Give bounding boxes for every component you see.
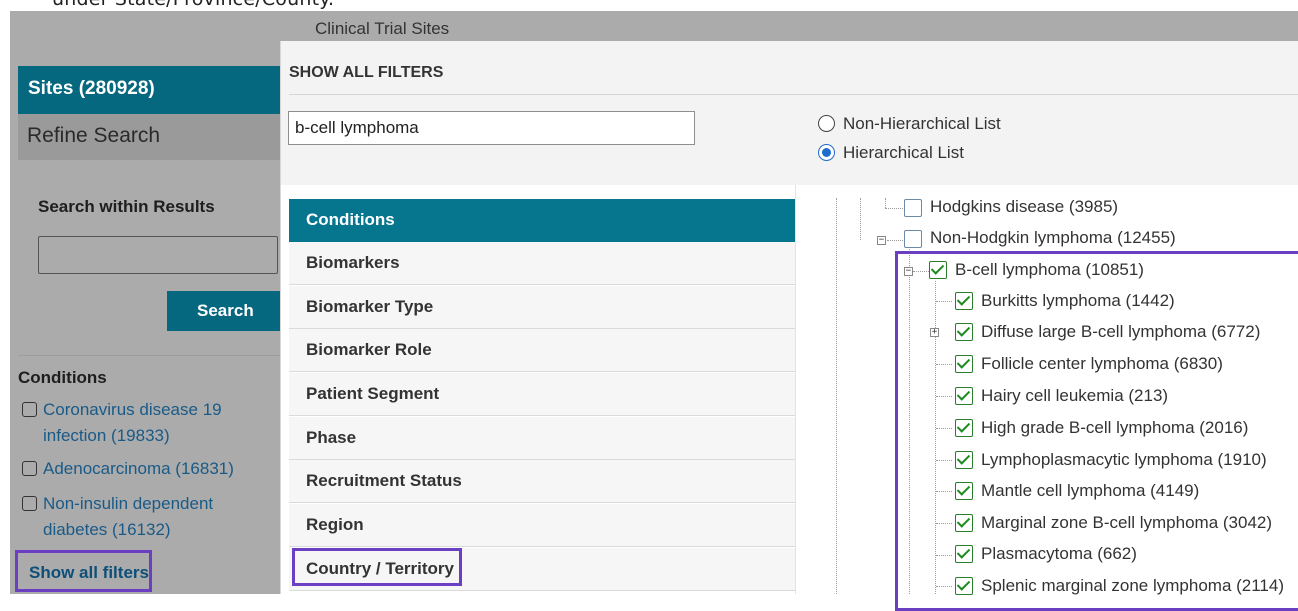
tree-guide-line	[836, 198, 837, 594]
tree-label-hodgkins[interactable]: Hodgkins disease (3985)	[930, 197, 1118, 217]
filter-search-input[interactable]	[288, 111, 695, 145]
radio-button[interactable]	[818, 115, 835, 132]
condition-label-line1[interactable]: Non-insulin dependent	[22, 491, 213, 517]
radio-non-hierarchical[interactable]: Non-Hierarchical List	[818, 114, 1001, 134]
condition-item[interactable]: Non-insulin dependent diabetes (16132)	[22, 491, 213, 543]
country-territory-highlight	[292, 548, 462, 586]
sidebar-divider	[18, 355, 280, 356]
b-cell-tree-highlight	[895, 251, 1298, 611]
radio-label[interactable]: Non-Hierarchical List	[818, 114, 1001, 133]
filter-category-region[interactable]: Region	[289, 504, 795, 547]
tree-guide-line	[885, 208, 903, 209]
show-all-filters-link[interactable]: Show all filters	[15, 550, 152, 592]
condition-label-line1[interactable]: Coronavirus disease 19	[22, 397, 222, 423]
condition-label-line2[interactable]: diabetes (16132)	[22, 517, 213, 543]
condition-label-line2[interactable]: infection (19833)	[22, 423, 222, 449]
search-button[interactable]: Search	[167, 291, 280, 331]
search-within-results-input[interactable]	[38, 236, 278, 274]
filter-category-biomarker-role[interactable]: Biomarker Role	[289, 329, 795, 372]
tree-checkbox-hodgkins[interactable]	[904, 199, 922, 217]
filter-category-biomarkers[interactable]: Biomarkers	[289, 242, 795, 285]
condition-checkbox[interactable]	[22, 496, 37, 511]
condition-label-line1[interactable]: Adenocarcinoma (16831)	[22, 456, 234, 482]
page-title: Clinical Trial Sites	[315, 19, 450, 38]
tree-checkbox-non-hodgkin[interactable]	[904, 230, 922, 248]
pane-divider	[795, 185, 796, 594]
tree-guide-line	[885, 198, 886, 208]
filter-category-list: Conditions Biomarkers Biomarker Type Bio…	[289, 199, 795, 594]
tree-guide-line	[860, 198, 861, 240]
condition-item[interactable]: Coronavirus disease 19 infection (19833)	[22, 397, 222, 449]
radio-hierarchical[interactable]: Hierarchical List	[818, 143, 964, 163]
radio-label[interactable]: Hierarchical List	[818, 143, 964, 162]
tree-guide-line	[887, 240, 903, 241]
filter-category-patient-segment[interactable]: Patient Segment	[289, 373, 795, 416]
conditions-heading: Conditions	[18, 368, 107, 387]
modal-divider	[289, 94, 1298, 95]
condition-checkbox[interactable]	[22, 402, 37, 417]
condition-checkbox[interactable]	[22, 461, 37, 476]
partial-instruction-text: under State/Province/County.	[52, 0, 334, 10]
condition-item[interactable]: Adenocarcinoma (16831)	[22, 456, 234, 482]
filter-category-phase[interactable]: Phase	[289, 417, 795, 460]
sites-count-header[interactable]: Sites (280928)	[18, 66, 280, 114]
filter-category-biomarker-type[interactable]: Biomarker Type	[289, 286, 795, 329]
radio-button-selected[interactable]	[818, 144, 835, 161]
collapse-icon[interactable]: −	[877, 236, 886, 245]
refine-search-header[interactable]: Refine Search	[18, 114, 280, 160]
modal-title: SHOW ALL FILTERS	[289, 64, 444, 81]
filter-category-recruitment-status[interactable]: Recruitment Status	[289, 460, 795, 503]
tree-label-non-hodgkin[interactable]: Non-Hodgkin lymphoma (12455)	[930, 228, 1176, 248]
filter-category-conditions[interactable]: Conditions	[289, 199, 795, 242]
search-within-results-label: Search within Results	[38, 197, 215, 216]
